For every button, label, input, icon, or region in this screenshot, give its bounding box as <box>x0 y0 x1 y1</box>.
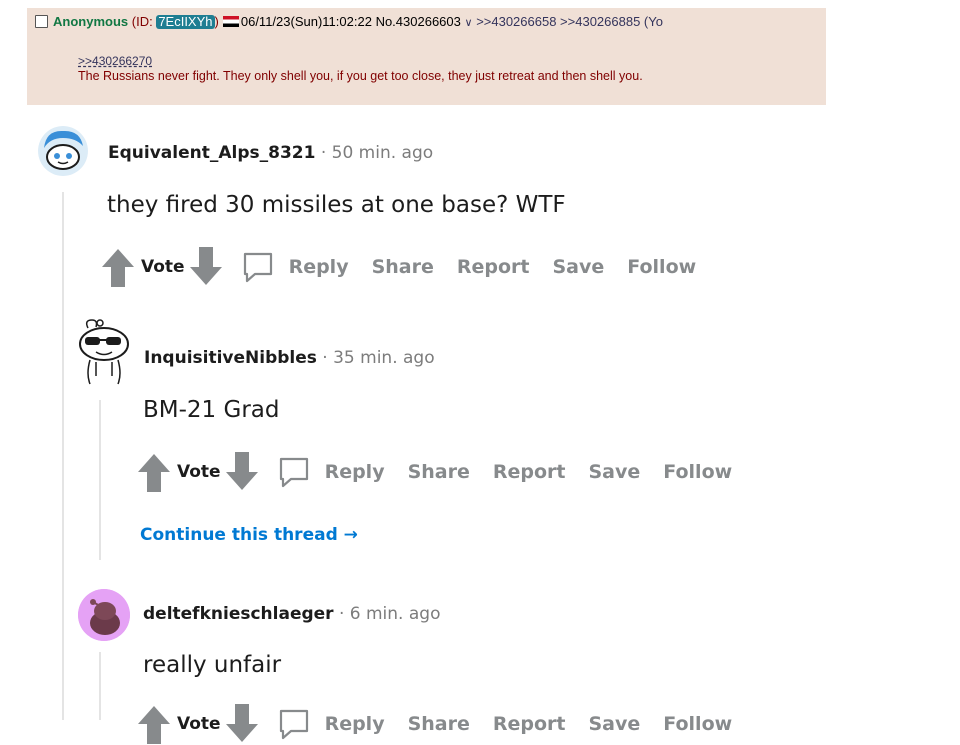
reply-label: Reply <box>324 461 385 483</box>
comment-timestamp: · 6 min. ago <box>333 604 441 624</box>
post-datetime: 06/11/23(Sun)11:02:22 <box>240 14 372 29</box>
poster-name: Anonymous <box>53 14 129 29</box>
downvote-arrow-icon[interactable] <box>225 452 259 492</box>
report-button[interactable]: Report <box>457 256 530 278</box>
save-button[interactable]: Save <box>589 461 641 483</box>
comment-timestamp: · 35 min. ago <box>316 348 435 368</box>
share-button[interactable]: Share <box>408 461 470 483</box>
comment-username[interactable]: deltefknieschlaeger <box>143 604 334 624</box>
downvote-arrow-icon[interactable] <box>189 247 223 287</box>
poster-id-prefix: (ID: <box>131 14 157 29</box>
save-button[interactable]: Save <box>589 713 641 735</box>
comment-username[interactable]: InquisitiveNibbles <box>144 348 317 368</box>
comment-body: they fired 30 missiles at one base? WTF <box>107 192 566 218</box>
follow-button[interactable]: Follow <box>627 256 696 278</box>
report-button[interactable]: Report <box>493 713 566 735</box>
avatar[interactable] <box>76 318 132 388</box>
follow-button[interactable]: Follow <box>663 461 732 483</box>
reply-label: Reply <box>324 713 385 735</box>
comment-username[interactable]: Equivalent_Alps_8321 <box>108 143 315 163</box>
comment-actions: Vote Reply Share Report Save Follow <box>101 246 719 288</box>
chan-post: Anonymous (ID: 7EcIIXYh) 06/11/23(Sun)11:… <box>27 8 826 105</box>
chat-bubble-icon <box>243 252 272 283</box>
chan-post-header: Anonymous (ID: 7EcIIXYh) 06/11/23(Sun)11:… <box>35 14 663 31</box>
comment-body: really unfair <box>143 652 282 678</box>
thread-collapse-line[interactable] <box>99 652 101 720</box>
country-flag-icon <box>222 16 239 27</box>
poster-id[interactable]: 7EcIIXYh <box>156 15 215 29</box>
save-button[interactable]: Save <box>553 256 605 278</box>
comment-header: InquisitiveNibbles · 35 min. ago <box>144 348 435 368</box>
post-select-checkbox[interactable] <box>35 15 48 28</box>
upvote-arrow-icon[interactable] <box>137 704 171 744</box>
snoo-avatar-icon <box>38 126 88 176</box>
avatar[interactable] <box>38 126 88 176</box>
downvote-arrow-icon[interactable] <box>225 704 259 744</box>
quote-link[interactable]: >>430266270 <box>78 54 643 69</box>
chat-bubble-icon <box>279 709 308 740</box>
snoo-sunglasses-avatar-icon <box>79 319 129 385</box>
comment-header: deltefknieschlaeger · 6 min. ago <box>143 604 440 624</box>
continue-thread-link[interactable]: Continue this thread → <box>140 525 358 545</box>
comment-actions: Vote Reply Share Report Save Follow <box>137 703 755 745</box>
avatar[interactable] <box>78 589 130 641</box>
share-button[interactable]: Share <box>372 256 434 278</box>
chan-post-body: >>430266270 The Russians never fight. Th… <box>78 54 643 84</box>
post-text: The Russians never fight. They only shel… <box>78 69 643 83</box>
share-button[interactable]: Share <box>408 713 470 735</box>
thread-collapse-line[interactable] <box>99 400 101 560</box>
post-menu-chevron-icon[interactable]: ∨ <box>465 17 473 29</box>
reply-button[interactable]: Reply <box>277 455 385 489</box>
vote-count: Vote <box>141 257 185 277</box>
chat-bubble-icon <box>279 457 308 488</box>
snoo-avatar-icon <box>78 589 130 641</box>
vote-count: Vote <box>177 714 221 734</box>
reply-button[interactable]: Reply <box>277 707 385 741</box>
upvote-arrow-icon[interactable] <box>137 452 171 492</box>
comment-header: Equivalent_Alps_8321 · 50 min. ago <box>108 143 433 163</box>
vote-count: Vote <box>177 462 221 482</box>
reply-button[interactable]: Reply <box>241 250 349 284</box>
comment-actions: Vote Reply Share Report Save Follow <box>137 451 755 493</box>
post-number[interactable]: No.430266603 <box>376 14 461 29</box>
poster-id-suffix: ) <box>214 14 219 29</box>
follow-button[interactable]: Follow <box>663 713 732 735</box>
upvote-arrow-icon[interactable] <box>101 247 135 287</box>
reply-label: Reply <box>288 256 349 278</box>
post-backlinks[interactable]: >>430266658 >>430266885 (Yo <box>476 14 663 29</box>
report-button[interactable]: Report <box>493 461 566 483</box>
thread-collapse-line[interactable] <box>62 192 64 720</box>
comment-timestamp: · 50 min. ago <box>315 143 434 163</box>
comment-body: BM-21 Grad <box>143 397 280 423</box>
